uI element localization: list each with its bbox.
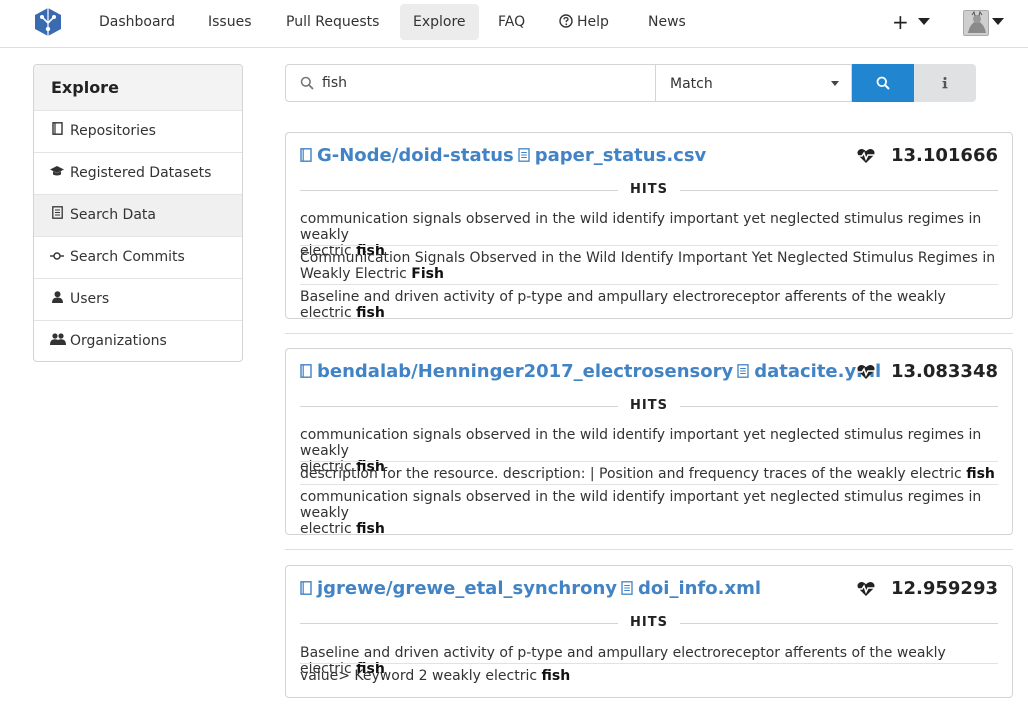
sidebar-item-label: Repositories [70, 123, 156, 139]
sidebar-item-users[interactable]: Users [34, 279, 242, 321]
result-repo-link[interactable]: G-Node/doid-status [317, 145, 514, 166]
users-icon [50, 321, 66, 361]
hits-divider: HITS [300, 183, 998, 197]
nav-explore[interactable]: Explore [400, 4, 479, 40]
hit-snippet: value> Keyword 2 weakly electric fish [300, 668, 571, 684]
sidebar-item-label: Organizations [70, 333, 167, 349]
result-score-value: 13.101666 [890, 145, 998, 166]
commit-icon [50, 237, 64, 278]
sidebar-item-search-commits[interactable]: Search Commits [34, 237, 242, 279]
search-button[interactable] [852, 64, 914, 102]
result-title: jgrewe/grewe_etal_synchrony doi_info.xml [300, 576, 761, 602]
question-circle-icon [559, 14, 573, 28]
result-score: 13.083348 [857, 359, 998, 385]
nav-faq[interactable]: FAQ [485, 4, 538, 40]
result-score: 13.101666 [857, 143, 998, 169]
search-info-button[interactable] [914, 64, 976, 102]
search-icon [300, 76, 314, 90]
repo-book-icon [300, 581, 312, 595]
sidebar-item-repositories[interactable]: Repositories [34, 111, 242, 153]
sidebar-item-search-data[interactable]: Search Data [34, 195, 242, 237]
result-file-link[interactable]: doi_info.xml [638, 578, 761, 599]
info-icon [942, 77, 948, 89]
heartbeat-icon [857, 148, 875, 163]
hits-label: HITS [630, 615, 668, 630]
dropdown-caret-icon [831, 81, 839, 86]
gin-logo-icon[interactable] [34, 7, 62, 37]
hit-snippet: Communication Signals Observed in the Wi… [300, 250, 996, 282]
result-title: bendalab/Henninger2017_electrosensory dat… [300, 359, 881, 385]
search-mode-select[interactable]: Match [656, 64, 852, 102]
explore-sidebar: Explore Repositories Registered Datasets… [33, 64, 243, 362]
heartbeat-icon [857, 364, 875, 379]
result-file-link[interactable]: paper_status.csv [535, 145, 707, 166]
file-text-icon [518, 148, 530, 162]
sidebar-item-label: Registered Datasets [70, 165, 212, 181]
search-result-card: bendalab/Henninger2017_electrosensory dat… [285, 348, 1013, 537]
file-text-icon [621, 581, 633, 595]
user-avatar[interactable] [963, 10, 989, 36]
hits-label: HITS [630, 182, 668, 197]
hit-snippet: Baseline and driven activity of p-type a… [300, 289, 946, 321]
hits-divider: HITS [300, 616, 998, 630]
result-repo-link[interactable]: jgrewe/grewe_etal_synchrony [317, 578, 617, 599]
hits-divider: HITS [300, 399, 998, 413]
sidebar-item-label: Search Commits [70, 249, 185, 265]
file-text-icon [737, 364, 749, 378]
hits-label: HITS [630, 398, 668, 413]
nav-help[interactable]: Help [546, 4, 622, 40]
nav-pull-requests[interactable]: Pull Requests [273, 4, 392, 40]
search-result-card: G-Node/doid-status paper_status.csv 13.10… [285, 132, 1013, 321]
heartbeat-icon [857, 581, 875, 596]
nav-issues[interactable]: Issues [195, 4, 265, 40]
search-box [285, 64, 656, 102]
hit-snippet: communication signals observed in the wi… [300, 489, 982, 537]
plus-icon[interactable]: + [892, 9, 909, 35]
search-icon [876, 76, 890, 90]
nav-help-label: Help [577, 14, 609, 30]
sidebar-item-organizations[interactable]: Organizations [34, 321, 242, 361]
nav-dashboard[interactable]: Dashboard [86, 4, 188, 40]
search-result-card: jgrewe/grewe_etal_synchrony doi_info.xml … [285, 565, 1013, 698]
file-text-icon [50, 195, 64, 236]
search-mode-value: Match [670, 76, 713, 92]
repo-book-icon [300, 364, 312, 378]
sidebar-item-label: Search Data [70, 207, 156, 223]
create-menu-caret-icon[interactable] [918, 18, 930, 25]
result-score: 12.959293 [857, 576, 998, 602]
repo-book-icon [300, 148, 312, 162]
book-icon [50, 111, 64, 152]
top-navbar: Dashboard Issues Pull Requests Explore F… [0, 0, 1028, 48]
graduation-cap-icon [50, 153, 64, 194]
sidebar-title: Explore [34, 65, 242, 111]
sidebar-item-label: Users [70, 291, 110, 307]
result-score-value: 13.083348 [890, 361, 998, 382]
user-icon [50, 279, 64, 320]
result-score-value: 12.959293 [890, 578, 998, 599]
nav-news[interactable]: News [635, 4, 699, 40]
user-menu-caret-icon[interactable] [992, 18, 1004, 25]
result-title: G-Node/doid-status paper_status.csv [300, 143, 706, 169]
sidebar-item-registered-datasets[interactable]: Registered Datasets [34, 153, 242, 195]
hit-snippet: description for the resource. descriptio… [300, 466, 995, 482]
avatar-image-icon [964, 11, 988, 35]
search-input[interactable] [322, 71, 642, 95]
result-repo-link[interactable]: bendalab/Henninger2017_electrosensory [317, 361, 733, 382]
